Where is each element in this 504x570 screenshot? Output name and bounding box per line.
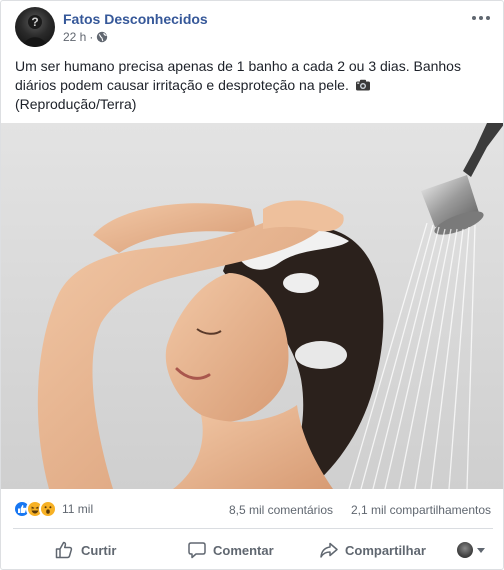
- like-button[interactable]: Curtir: [55, 533, 116, 567]
- share-icon: [320, 542, 338, 558]
- post-credit: (Reprodução/Terra): [15, 96, 137, 112]
- svg-text:?: ?: [31, 15, 38, 29]
- post-photo[interactable]: [1, 123, 503, 489]
- shares-count-link[interactable]: 2,1 mil compartilhamentos: [351, 503, 491, 517]
- comment-button[interactable]: Comentar: [187, 533, 274, 567]
- page-avatar[interactable]: ?: [15, 7, 55, 47]
- post-actions-bar: Curtir Comentar Compartilhar: [13, 533, 493, 567]
- react-as-selector[interactable]: [457, 542, 485, 558]
- post-time[interactable]: 22 h: [63, 30, 86, 44]
- globe-icon[interactable]: [96, 31, 108, 43]
- facebook-post: ? Fatos Desconhecidos 22 h · Um ser huma…: [0, 0, 504, 570]
- comment-label: Comentar: [213, 542, 274, 558]
- comments-count-link[interactable]: 8,5 mil comentários: [229, 503, 333, 517]
- camera-icon: [355, 77, 371, 91]
- thumbs-up-icon: [55, 541, 73, 559]
- like-label: Curtir: [81, 542, 117, 558]
- user-avatar: [457, 542, 473, 558]
- post-message-body: Um ser humano precisa apenas de 1 banho …: [15, 58, 461, 93]
- comment-icon: [188, 542, 206, 559]
- post-message: Um ser humano precisa apenas de 1 banho …: [15, 57, 493, 114]
- share-button[interactable]: Compartilhar: [319, 533, 426, 567]
- post-meta: 22 h ·: [63, 30, 108, 44]
- share-label: Compartilhar: [345, 542, 426, 558]
- actions-divider: [13, 528, 493, 529]
- post-stats: 11 mil 8,5 mil comentários 2,1 mil compa…: [13, 498, 493, 520]
- reactions-count[interactable]: 11 mil: [62, 502, 93, 516]
- reactions-summary[interactable]: 11 mil: [13, 500, 93, 518]
- post-header: ? Fatos Desconhecidos 22 h ·: [13, 7, 493, 49]
- meta-separator: ·: [89, 30, 94, 44]
- wow-icon: [39, 500, 57, 518]
- page-name-link[interactable]: Fatos Desconhecidos: [63, 11, 208, 27]
- more-options-icon[interactable]: [469, 9, 493, 27]
- caret-down-icon: [477, 547, 485, 553]
